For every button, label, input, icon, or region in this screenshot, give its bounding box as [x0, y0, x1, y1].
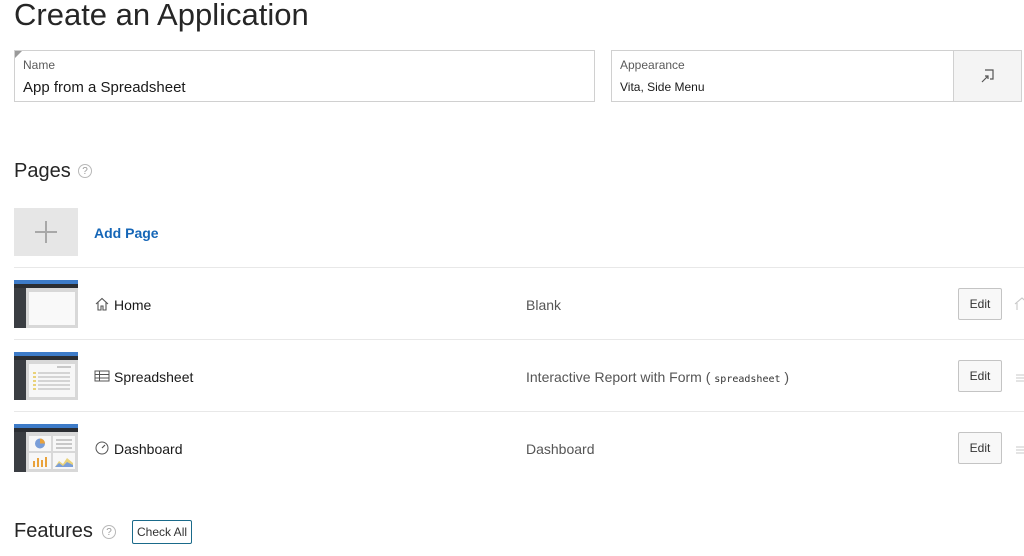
report-page-thumbnail [14, 352, 78, 400]
page-type-table: spreadsheet [714, 374, 781, 385]
edit-button[interactable]: Edit [958, 288, 1002, 320]
table-icon [94, 370, 110, 382]
add-page-tile[interactable] [14, 208, 78, 256]
appearance-label: Appearance [620, 58, 685, 72]
blank-page-thumbnail [14, 280, 78, 328]
appearance-value: Vita, Side Menu [620, 80, 705, 94]
name-label: Name [23, 58, 56, 72]
pages-help-icon[interactable]: ? [78, 164, 92, 178]
page-type: Dashboard [526, 441, 595, 457]
page-type: Interactive Report with Form ( spreadshe… [526, 369, 789, 385]
appearance-change-button[interactable] [953, 50, 1022, 102]
page-name: Spreadsheet [114, 369, 194, 385]
page-type-close: ) [784, 369, 790, 385]
home-icon [1014, 297, 1024, 310]
drag-handle-icon[interactable] [1014, 371, 1024, 385]
page-name: Dashboard [114, 441, 183, 457]
page-row-home: Home Blank Edit [0, 268, 1024, 340]
name-field[interactable]: Name App from a Spreadsheet [14, 50, 595, 102]
page-row-spreadsheet: Spreadsheet Interactive Report with Form… [0, 340, 1024, 412]
home-icon [95, 297, 109, 311]
features-heading: Features [14, 520, 93, 542]
page-title: Create an Application [14, 0, 309, 32]
pages-heading: Pages [14, 160, 71, 182]
page-name: Home [114, 297, 152, 313]
add-page-link[interactable]: Add Page [94, 225, 159, 241]
edit-button[interactable]: Edit [958, 432, 1002, 464]
name-value[interactable]: App from a Spreadsheet [23, 79, 186, 96]
page-type-text: Interactive Report with Form ( [526, 369, 711, 385]
features-help-icon[interactable]: ? [102, 525, 116, 539]
expand-icon [981, 69, 994, 83]
page-type: Blank [526, 297, 562, 313]
dashboard-icon [95, 441, 109, 455]
appearance-field[interactable]: Appearance Vita, Side Menu [611, 50, 954, 102]
page-row-dashboard: Dashboard Dashboard Edit [0, 412, 1024, 484]
drag-handle-icon[interactable] [1014, 443, 1024, 457]
check-all-button[interactable]: Check All [132, 520, 193, 544]
edit-button[interactable]: Edit [958, 360, 1002, 392]
dashboard-page-thumbnail [14, 424, 78, 472]
